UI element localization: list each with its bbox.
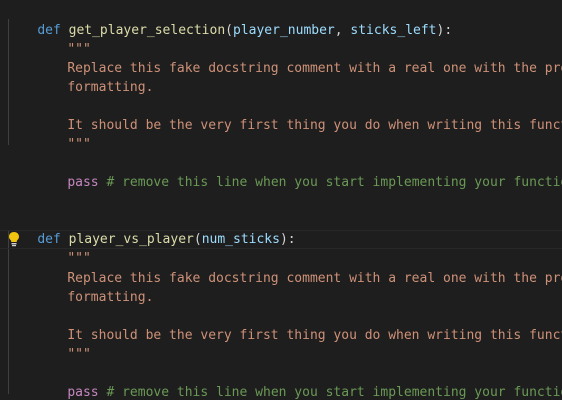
code-editor[interactable]: def get_player_selection(player_number, … <box>0 0 562 400</box>
code-line-docstring-open[interactable]: """ <box>36 230 562 266</box>
code-comment: # remove this line when you start implem… <box>106 385 562 400</box>
docstring-delimiter: """ <box>67 347 91 362</box>
code-line-docstring-open[interactable]: """ <box>36 21 562 57</box>
code-line-docstring[interactable]: It should be the very first thing you do… <box>36 307 562 343</box>
code-line-docstring-close[interactable]: """ <box>36 326 562 362</box>
code-line-docstring[interactable]: Replace this fake docstring comment with… <box>36 40 562 76</box>
lightbulb-icon[interactable] <box>7 231 21 247</box>
code-line-pass[interactable]: pass # remove this line when you start i… <box>36 364 562 400</box>
docstring-delimiter: """ <box>67 137 91 152</box>
code-line-docstring[interactable]: It should be the very first thing you do… <box>36 97 562 133</box>
code-line-pass[interactable]: pass # remove this line when you start i… <box>36 154 562 190</box>
docstring-text: formatting. <box>67 80 154 95</box>
code-line-def[interactable]: def get_player_selection(player_number, … <box>6 2 562 38</box>
docstring-text: formatting. <box>67 290 154 305</box>
code-comment: # remove this line when you start implem… <box>106 175 562 190</box>
code-line-def[interactable]: def player_vs_player(num_sticks): <box>6 211 562 247</box>
code-line-docstring[interactable]: formatting. <box>36 59 562 95</box>
pass-keyword: pass <box>67 175 99 190</box>
code-line-docstring[interactable]: formatting. <box>36 269 562 305</box>
code-line-docstring-close[interactable]: """ <box>36 116 562 152</box>
code-line-docstring[interactable]: Replace this fake docstring comment with… <box>36 250 562 286</box>
pass-keyword: pass <box>67 385 99 400</box>
